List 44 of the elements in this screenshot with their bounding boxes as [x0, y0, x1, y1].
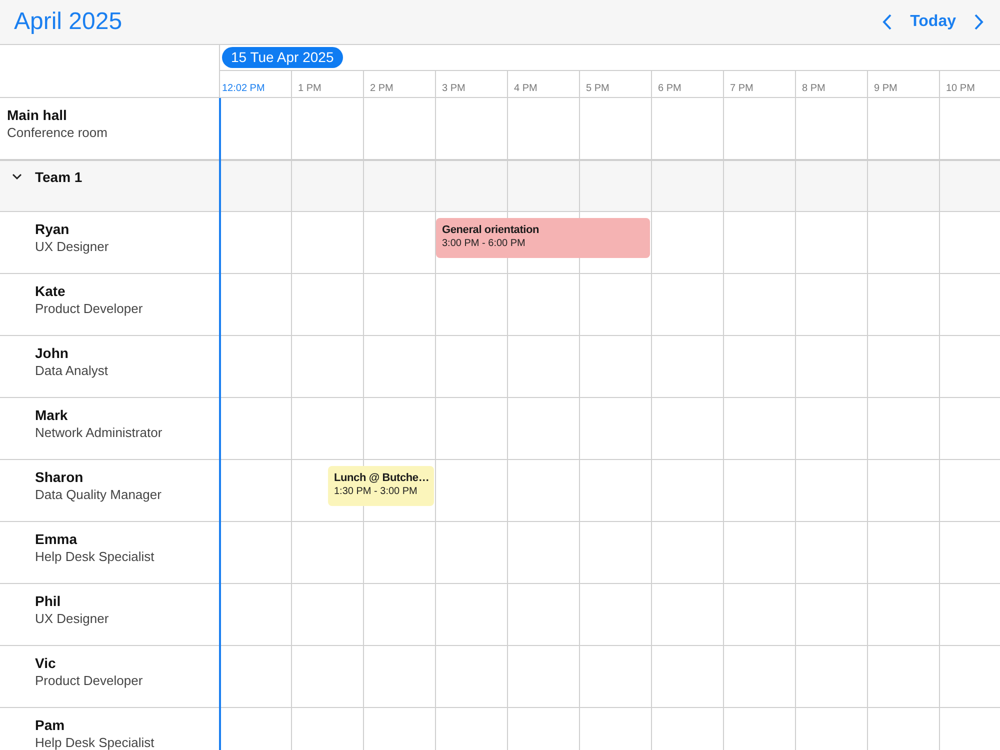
resource-subtitle: UX Designer: [35, 238, 110, 256]
hour-label: 2 PM: [370, 83, 394, 94]
group-name: Team 1: [35, 168, 82, 186]
resource-subtitle: Product Developer: [35, 300, 144, 318]
resource-subtitle: Data Quality Manager: [35, 486, 162, 504]
resource-name: Pam: [35, 716, 66, 734]
resource-subtitle: Product Developer: [35, 672, 144, 690]
resource-subtitle: Data Analyst: [35, 362, 109, 380]
month-title: April 2025: [14, 7, 122, 37]
resource-subtitle: Help Desk Specialist: [35, 548, 156, 566]
resource-name: Phil: [35, 592, 62, 610]
resource-name: John: [35, 344, 70, 362]
resource-name: Vic: [35, 654, 57, 672]
hour-label: 1 PM: [298, 83, 322, 94]
resource-subtitle: UX Designer: [35, 610, 110, 628]
chevron-left-icon: [882, 14, 892, 30]
resource-name: Ryan: [35, 220, 70, 238]
event-title: General orientation: [442, 223, 540, 237]
hour-label: 4 PM: [514, 83, 538, 94]
event-time: 3:00 PM - 6:00 PM: [442, 237, 526, 251]
chevron-right-icon: [974, 14, 984, 30]
hour-label: 3 PM: [442, 83, 466, 94]
hour-label: 7 PM: [730, 83, 754, 94]
resource-name: Sharon: [35, 468, 84, 486]
resource-name: Emma: [35, 530, 78, 548]
resource-name: Mark: [35, 406, 69, 424]
chevron-down-icon[interactable]: [12, 172, 22, 181]
resource-name: Main hall: [7, 106, 68, 124]
resource-subtitle: Help Desk Specialist: [35, 734, 156, 750]
resource-subtitle: Conference room: [7, 124, 108, 142]
hour-label: 10 PM: [946, 83, 975, 94]
hour-label: 8 PM: [802, 83, 826, 94]
current-time-label: 12:02 PM: [222, 83, 265, 94]
today-button[interactable]: Today: [904, 9, 962, 35]
event-time: 1:30 PM - 3:00 PM: [334, 485, 418, 499]
event-title: Lunch @ Butche…: [334, 471, 430, 485]
resource-subtitle: Network Administrator: [35, 424, 164, 442]
event-card[interactable]: Lunch @ Butche… 1:30 PM - 3:00 PM: [328, 466, 434, 506]
event-card[interactable]: General orientation 3:00 PM - 6:00 PM: [436, 218, 650, 258]
hour-label: 5 PM: [586, 83, 610, 94]
date-header: 15 Tue Apr 2025: [222, 47, 343, 68]
resource-name: Kate: [35, 282, 66, 300]
hour-label: 6 PM: [658, 83, 682, 94]
hour-label: 9 PM: [874, 83, 898, 94]
